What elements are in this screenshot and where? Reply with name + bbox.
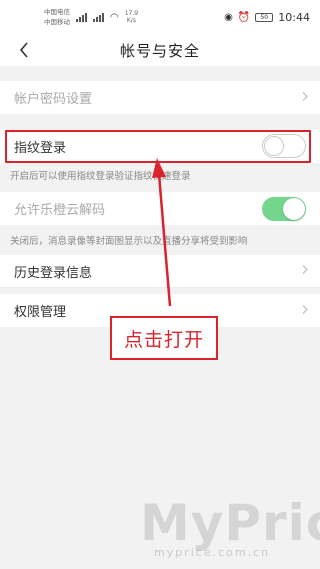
- watermark: MyPrice myprice.com.cn: [140, 494, 320, 564]
- watermark-url: myprice.com.cn: [154, 546, 271, 559]
- callout-label: 点击打开: [110, 316, 218, 360]
- watermark-text: MyPrice: [140, 494, 320, 552]
- annotation-arrow: [152, 158, 172, 307]
